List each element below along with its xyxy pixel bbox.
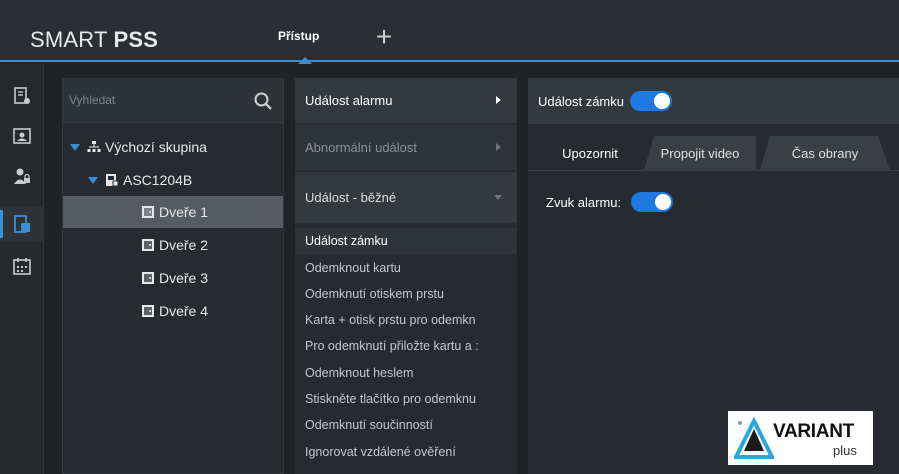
tree-door-label: Dveře 3	[159, 270, 209, 286]
menu-sub-item[interactable]: Odemknutí součinností	[295, 412, 517, 438]
chevron-right-icon	[496, 143, 501, 151]
tree-group-row[interactable]: Výchozí skupina	[63, 131, 283, 163]
rail-item-devices[interactable]	[0, 78, 44, 114]
calendar-icon	[13, 258, 31, 275]
menu-sub-item[interactable]: Ignorovat vzdálené ověření	[295, 439, 517, 465]
device-list-icon	[14, 87, 30, 104]
menu-sub-item[interactable]: Odemknutí otiskem prstu	[295, 281, 517, 307]
detail-tabs: Upozornit Propojit video Čas obrany	[528, 136, 899, 170]
tab-link-video[interactable]: Propojit video	[644, 136, 756, 170]
menu-sub-item[interactable]: Odemknout kartu	[295, 255, 517, 281]
expand-arrow-icon[interactable]	[87, 174, 99, 186]
alarm-sound-label: Zvuk alarmu:	[546, 194, 622, 210]
tree-door-label: Dveře 4	[159, 303, 209, 319]
controller-icon	[106, 174, 119, 187]
menu-sub-item[interactable]: Karta + otisk prstu pro odemkn	[295, 307, 517, 333]
alarm-sound-row: Zvuk alarmu:	[546, 190, 674, 214]
menu-sub-item[interactable]: Událost zámku	[295, 228, 517, 254]
menu-abnormal-event[interactable]: Abnormální událost	[295, 125, 517, 171]
chevron-down-icon	[494, 195, 502, 200]
menu-sub-item[interactable]: Stiskněte tlačítko pro odemknu	[295, 386, 517, 412]
tab-pristup[interactable]: Přístup	[272, 20, 334, 64]
menu-alarm-event-label: Událost alarmu	[305, 93, 393, 108]
tree-device-row[interactable]: ASC1204B	[63, 164, 283, 196]
app-title: SMART PSS	[30, 27, 158, 53]
tree-door-row[interactable]: Dveře 2	[63, 229, 283, 261]
org-tree-icon	[87, 141, 101, 152]
door-icon	[142, 272, 154, 284]
search-icon[interactable]	[253, 91, 273, 111]
active-tab-indicator	[298, 57, 312, 64]
tree-door-label: Dveře 2	[159, 237, 209, 253]
detail-header: Událost zámku	[528, 78, 899, 124]
menu-sub-item[interactable]: Odemknout heslem	[295, 360, 517, 386]
tree-device-label: ASC1204B	[123, 172, 193, 188]
tab-arm-schedule[interactable]: Čas obrany	[760, 136, 890, 170]
lock-event-toggle[interactable]	[629, 91, 672, 111]
tab-pristup-label: Přístup	[278, 29, 320, 43]
rail-item-schedule[interactable]	[0, 248, 44, 284]
top-bar: SMART PSS Přístup +	[0, 0, 899, 64]
logo-sub: plus	[833, 443, 857, 458]
triangle-logo-icon	[734, 416, 774, 459]
person-card-icon	[13, 128, 31, 144]
alarm-sound-toggle[interactable]	[631, 192, 674, 212]
tab-notify[interactable]: Upozornit	[540, 136, 640, 170]
tree-door-label: Dveře 1	[159, 204, 209, 220]
event-menu-panel: Událost alarmu Abnormální událost Událos…	[295, 78, 517, 474]
device-tree-panel: Výchozí skupina ASC1204B Dveře 1 Dveře 2…	[62, 78, 284, 474]
search-input[interactable]	[69, 89, 247, 111]
menu-normal-event-label: Událost - běžné	[305, 190, 397, 205]
search-box	[63, 79, 283, 123]
menu-sub-item[interactable]: Pro odemknutí přiložte kartu a :	[295, 333, 517, 359]
tab-divider	[528, 170, 899, 171]
door-icon	[142, 206, 154, 218]
logo-brand: VARIANT	[773, 421, 854, 442]
menu-normal-event[interactable]: Událost - běžné	[295, 172, 517, 224]
expand-arrow-icon[interactable]	[69, 141, 81, 153]
menu-abnormal-event-label: Abnormální událost	[305, 140, 418, 155]
tree-door-row[interactable]: Dveře 4	[63, 295, 283, 327]
app-title-bold: PSS	[113, 27, 159, 52]
rail-item-users[interactable]	[0, 158, 44, 194]
tree-door-row[interactable]: Dveře 1	[63, 196, 283, 228]
tree-door-row[interactable]: Dveře 3	[63, 262, 283, 294]
door-access-icon	[14, 215, 30, 233]
tree-group-label: Výchozí skupina	[105, 139, 207, 155]
menu-alarm-event[interactable]: Událost alarmu	[295, 78, 517, 124]
rail-item-access[interactable]	[0, 206, 44, 242]
rail-item-persons[interactable]	[0, 118, 44, 154]
door-icon	[142, 305, 154, 317]
chevron-right-icon	[496, 96, 501, 104]
add-tab-button[interactable]: +	[370, 23, 398, 53]
app-title-light: SMART	[30, 27, 108, 52]
left-rail	[0, 64, 44, 474]
user-lock-icon	[14, 168, 30, 184]
variant-plus-logo: VARIANT plus	[728, 411, 873, 465]
detail-title: Událost zámku	[538, 93, 624, 109]
door-icon	[142, 239, 154, 251]
